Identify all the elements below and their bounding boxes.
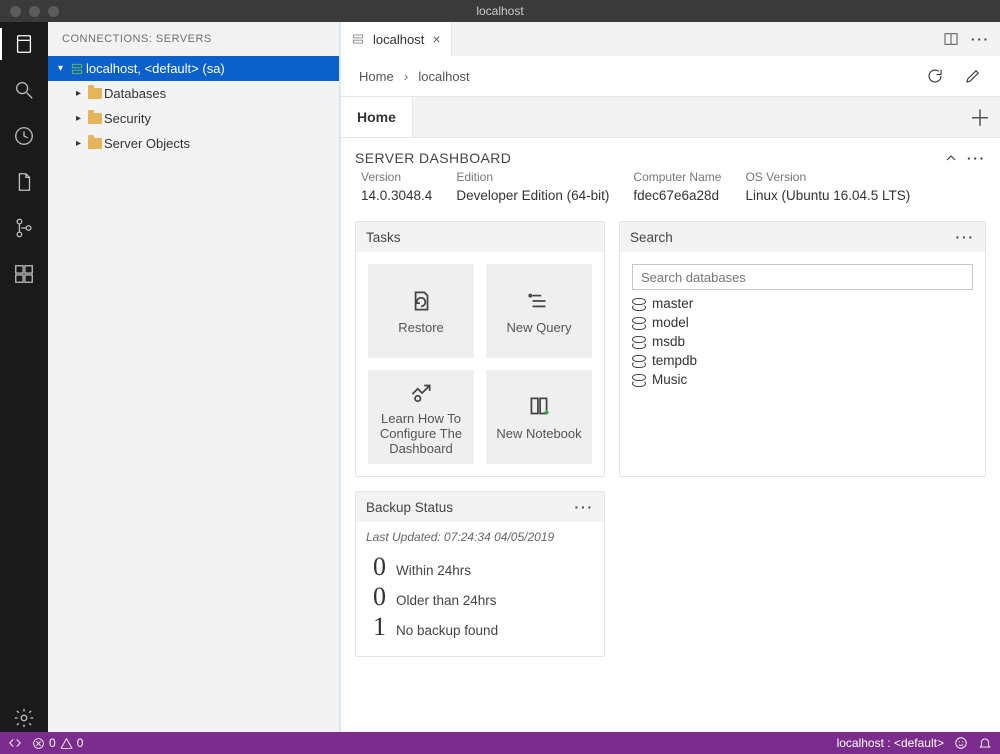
activity-connections-icon[interactable] (10, 30, 38, 58)
edit-icon[interactable] (964, 67, 982, 85)
backup-widget-title: Backup Status (366, 500, 453, 515)
close-tab-icon[interactable]: × (432, 31, 440, 47)
activity-settings-icon[interactable] (10, 704, 38, 732)
dashboard-body: SERVER DASHBOARD ··· Version 14.0.3048.4… (341, 138, 1000, 732)
connections-sidebar: CONNECTIONS: SERVERS ▾ localhost, <defau… (48, 22, 340, 732)
tab-label: localhost (373, 32, 424, 47)
folder-icon (86, 113, 104, 124)
window-titlebar: localhost (0, 0, 1000, 22)
backup-stat: 1No backup found (370, 612, 594, 642)
tasks-widget: Tasks Restore New Query (355, 221, 605, 477)
tab-localhost[interactable]: localhost × (341, 22, 452, 56)
home-tab[interactable]: Home (341, 97, 413, 137)
database-icon (632, 374, 646, 386)
backup-status-widget: Backup Status ··· Last Updated: 07:24:34… (355, 491, 605, 657)
window-title: localhost (476, 4, 523, 18)
task-restore[interactable]: Restore (368, 264, 474, 358)
backup-last-updated: Last Updated: 07:24:34 04/05/2019 (356, 522, 604, 546)
tree-node-server-objects[interactable]: ▸ Server Objects (48, 131, 339, 156)
editor-tabs: localhost × ··· (341, 22, 1000, 56)
dashboard-more-icon[interactable]: ··· (967, 151, 986, 166)
backup-stat: 0Within 24hrs (370, 552, 594, 582)
server-icon (351, 32, 365, 46)
activity-extensions-icon[interactable] (10, 260, 38, 288)
editor-group: localhost × ··· Home › localhost Home ＋ … (340, 22, 1000, 732)
tree-node-label: Security (104, 111, 151, 126)
tasks-widget-title: Tasks (366, 230, 401, 245)
database-item[interactable]: msdb (632, 334, 973, 349)
database-item[interactable]: tempdb (632, 353, 973, 368)
database-icon (632, 298, 646, 310)
breadcrumb: Home › localhost (341, 56, 1000, 96)
split-editor-icon[interactable] (943, 31, 959, 47)
prop-computer-name: Computer Name fdec67e6a28d (633, 170, 721, 203)
server-node[interactable]: ▾ localhost, <default> (sa) (48, 56, 339, 81)
database-icon (632, 336, 646, 348)
prop-edition: Edition Developer Edition (64-bit) (456, 170, 609, 203)
maximize-window-icon[interactable] (48, 6, 59, 17)
folder-icon (86, 138, 104, 149)
expand-icon[interactable]: ▸ (76, 113, 86, 124)
tree-node-label: Server Objects (104, 136, 190, 151)
restore-icon (408, 288, 434, 314)
refresh-icon[interactable] (926, 67, 944, 85)
breadcrumb-home[interactable]: Home (359, 69, 394, 84)
search-widget-title: Search (630, 230, 673, 245)
database-icon (632, 355, 646, 367)
server-label: localhost, <default> (sa) (86, 61, 225, 76)
prop-os-version: OS Version Linux (Ubuntu 16.04.5 LTS) (745, 170, 910, 203)
minimize-window-icon[interactable] (29, 6, 40, 17)
database-item[interactable]: Music (632, 372, 973, 387)
task-new-query[interactable]: New Query (486, 264, 592, 358)
activity-source-control-icon[interactable] (10, 214, 38, 242)
close-window-icon[interactable] (10, 6, 21, 17)
sidebar-title: CONNECTIONS: SERVERS (48, 22, 339, 56)
tree-node-databases[interactable]: ▸ Databases (48, 81, 339, 106)
search-widget: Search ··· master model msdb tempdb Musi… (619, 221, 986, 477)
tree-node-label: Databases (104, 86, 166, 101)
database-item[interactable]: master (632, 296, 973, 311)
status-notifications-icon[interactable] (978, 736, 992, 750)
expand-icon[interactable]: ▸ (76, 138, 86, 149)
database-item[interactable]: model (632, 315, 973, 330)
status-feedback-icon[interactable] (954, 736, 968, 750)
status-bar: 0 0 localhost : <default> (0, 732, 1000, 754)
database-icon (632, 317, 646, 329)
search-widget-more-icon[interactable]: ··· (956, 230, 976, 245)
chevron-right-icon: › (404, 68, 409, 84)
expand-icon[interactable]: ▸ (76, 88, 86, 99)
server-icon (68, 62, 86, 76)
notebook-icon (526, 394, 552, 420)
status-connection[interactable]: localhost : <default> (837, 736, 944, 750)
activity-explorer-icon[interactable] (10, 168, 38, 196)
prop-version: Version 14.0.3048.4 (361, 170, 432, 203)
search-databases-input[interactable] (632, 264, 973, 290)
configure-icon (408, 379, 434, 405)
server-tree: ▾ localhost, <default> (sa) ▸ Databases … (48, 56, 339, 732)
status-problems[interactable]: 0 0 (32, 736, 83, 750)
dashboard-toolbar: Home ＋ (341, 96, 1000, 138)
task-new-notebook[interactable]: New Notebook (486, 370, 592, 464)
breadcrumb-current[interactable]: localhost (418, 69, 469, 84)
query-icon (526, 288, 552, 314)
activity-search-icon[interactable] (10, 76, 38, 104)
collapse-icon[interactable]: ▾ (58, 63, 68, 74)
task-configure-dashboard[interactable]: Learn How To Configure The Dashboard (368, 370, 474, 464)
add-widget-button[interactable]: ＋ (960, 97, 1000, 137)
window-controls[interactable] (0, 6, 59, 17)
database-list: master model msdb tempdb Music (632, 296, 973, 387)
dashboard-title: SERVER DASHBOARD (355, 150, 511, 166)
tree-node-security[interactable]: ▸ Security (48, 106, 339, 131)
activity-bar (0, 22, 48, 732)
backup-stat: 0Older than 24hrs (370, 582, 594, 612)
editor-more-icon[interactable]: ··· (971, 32, 990, 47)
backup-widget-more-icon[interactable]: ··· (575, 500, 595, 515)
collapse-section-icon[interactable] (943, 150, 959, 166)
activity-history-icon[interactable] (10, 122, 38, 150)
server-properties: Version 14.0.3048.4 Edition Developer Ed… (355, 170, 986, 203)
status-remote-icon[interactable] (8, 736, 22, 750)
folder-icon (86, 88, 104, 99)
